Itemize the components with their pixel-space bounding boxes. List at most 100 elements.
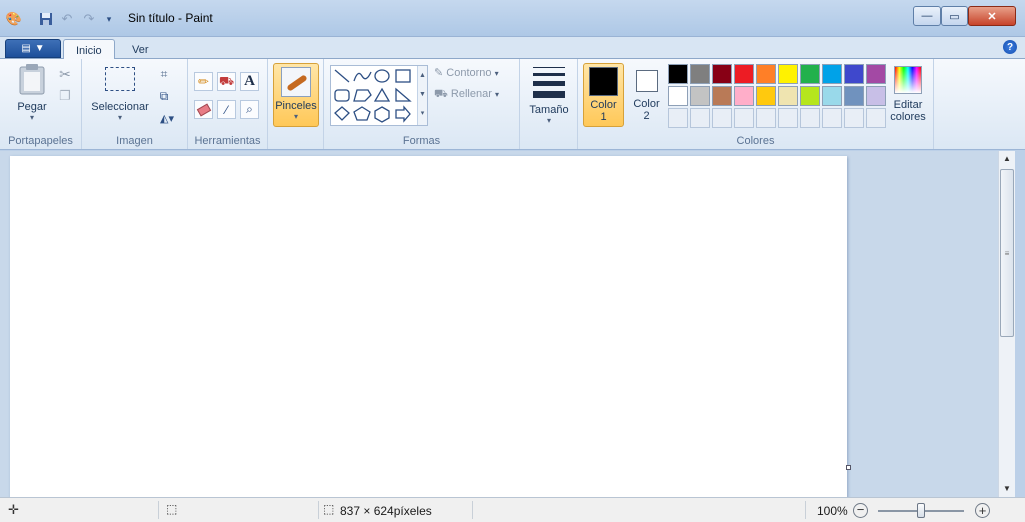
- select-button[interactable]: Seleccionar ▾: [88, 65, 152, 122]
- canvas-resize-handle[interactable]: [846, 465, 851, 470]
- fill-icon: ⛟: [434, 88, 448, 100]
- color-swatch[interactable]: [800, 86, 820, 106]
- eraser-tool[interactable]: [194, 100, 213, 119]
- maximize-button[interactable]: ▭: [941, 6, 968, 26]
- custom-color-slot[interactable]: [668, 108, 688, 128]
- color1-swatch: [589, 67, 618, 96]
- canvas-workspace: [0, 151, 998, 501]
- minimize-icon: —: [921, 10, 933, 22]
- edit-colors-button[interactable]: Editar colores: [888, 65, 928, 123]
- color-swatch[interactable]: [800, 64, 820, 84]
- color-swatch[interactable]: [756, 64, 776, 84]
- cut-button[interactable]: ✂: [55, 64, 75, 84]
- crop-button[interactable]: ⌗: [154, 64, 174, 84]
- zoom-slider-thumb[interactable]: [917, 503, 925, 518]
- color-swatch[interactable]: [756, 86, 776, 106]
- tab-view[interactable]: Ver: [120, 39, 160, 60]
- color2-swatch: [635, 70, 658, 92]
- chevron-down-icon: ▾: [117, 113, 122, 122]
- custom-color-slot[interactable]: [800, 108, 820, 128]
- status-bar: ✛ ⬚ ⬚ 837 × 624píxeles 100% − +: [0, 497, 1025, 522]
- customize-quick-access-icon[interactable]: ▾: [100, 10, 118, 28]
- selection-size-icon: ⬚: [166, 502, 178, 516]
- copy-button[interactable]: ❐: [55, 86, 75, 106]
- gallery-scroll[interactable]: ▲ ▼ ▾: [417, 66, 427, 125]
- custom-color-slot[interactable]: [734, 108, 754, 128]
- brushes-group: Pinceles ▾: [268, 59, 324, 149]
- color-swatch[interactable]: [668, 86, 688, 106]
- outline-button[interactable]: ✎ Contorno ▾: [434, 66, 499, 79]
- color-swatch[interactable]: [844, 86, 864, 106]
- color-swatch[interactable]: [822, 64, 842, 84]
- crop-icon: ⌗: [160, 66, 168, 81]
- color-picker-tool[interactable]: ⁄: [217, 100, 236, 119]
- chevron-down-icon: ▾: [494, 69, 499, 78]
- resize-icon: ⧉: [159, 88, 169, 103]
- clipboard-group: Pegar ▾ ✂ ❐ Portapapeles: [0, 59, 82, 149]
- help-icon[interactable]: ?: [1003, 40, 1017, 54]
- custom-color-slot[interactable]: [690, 108, 710, 128]
- canvas-size-icon: ⬚: [323, 502, 335, 516]
- color-swatch[interactable]: [778, 64, 798, 84]
- magnifier-tool[interactable]: ⌕: [240, 100, 259, 119]
- color-swatch[interactable]: [734, 86, 754, 106]
- color-swatch[interactable]: [690, 86, 710, 106]
- outline-icon: ✎: [434, 67, 444, 79]
- color-swatch[interactable]: [690, 64, 710, 84]
- brush-icon: [281, 67, 311, 97]
- custom-color-slot[interactable]: [756, 108, 776, 128]
- chevron-down-icon: ▾: [546, 116, 551, 125]
- color-swatch[interactable]: [822, 86, 842, 106]
- color-swatch[interactable]: [866, 64, 886, 84]
- zoom-out-button[interactable]: −: [853, 503, 868, 518]
- fill-tool[interactable]: ⛟: [217, 72, 236, 91]
- minimize-button[interactable]: —: [913, 6, 941, 26]
- custom-color-slot[interactable]: [844, 108, 864, 128]
- size-group: Tamaño ▾: [520, 59, 578, 149]
- save-icon[interactable]: [37, 10, 55, 28]
- close-button[interactable]: ✕: [968, 6, 1016, 26]
- custom-color-slot[interactable]: [778, 108, 798, 128]
- pencil-tool[interactable]: ✏: [194, 72, 213, 91]
- text-tool[interactable]: A: [240, 72, 259, 91]
- chevron-down-icon: ▾: [29, 113, 34, 122]
- undo-icon[interactable]: ↶: [58, 10, 76, 28]
- color-swatch[interactable]: [668, 64, 688, 84]
- scroll-down-arrow[interactable]: ▼: [999, 481, 1015, 497]
- redo-icon[interactable]: ↷: [80, 10, 98, 28]
- eyedropper-icon: ⁄: [225, 102, 228, 117]
- menu-icon: ▤: [21, 43, 31, 54]
- vertical-scrollbar[interactable]: ▲ ≡ ▼: [998, 151, 1015, 497]
- size-button[interactable]: Tamaño ▾: [526, 65, 572, 125]
- color2-button[interactable]: Color 2: [626, 63, 667, 127]
- zoom-in-button[interactable]: +: [975, 503, 990, 518]
- rotate-button[interactable]: ◭▾: [154, 108, 180, 128]
- drawing-canvas[interactable]: [10, 156, 847, 501]
- custom-color-slot[interactable]: [712, 108, 732, 128]
- custom-color-slot[interactable]: [866, 108, 886, 128]
- paste-button[interactable]: Pegar ▾: [12, 63, 52, 122]
- shapes-gallery-icons: [334, 69, 412, 123]
- group-label: Formas: [402, 135, 441, 147]
- ribbon-tab-bar: ▤ ▼ Inicio Ver ?: [0, 37, 1025, 60]
- custom-color-slot[interactable]: [822, 108, 842, 128]
- color-swatch[interactable]: [778, 86, 798, 106]
- paint-app-icon[interactable]: 🎨: [5, 10, 23, 28]
- shapes-gallery[interactable]: ▲ ▼ ▾: [330, 65, 428, 126]
- brushes-button[interactable]: Pinceles ▾: [273, 63, 319, 127]
- title-bar: 🎨 ↶ ↷ ▾ Sin título - Paint — ▭ ✕: [0, 0, 1025, 37]
- paint-menu-button[interactable]: ▤ ▼: [5, 39, 61, 58]
- resize-button[interactable]: ⧉: [154, 86, 174, 106]
- rotate-icon: ◭▾: [160, 112, 174, 125]
- color-swatch[interactable]: [844, 64, 864, 84]
- color1-button[interactable]: Color 1: [583, 63, 624, 127]
- fill-button[interactable]: ⛟ Rellenar ▾: [434, 88, 499, 102]
- scroll-up-arrow[interactable]: ▲: [999, 151, 1015, 167]
- color-swatch[interactable]: [712, 86, 732, 106]
- scroll-thumb[interactable]: ≡: [1000, 169, 1014, 337]
- color-swatch[interactable]: [734, 64, 754, 84]
- color-swatch[interactable]: [712, 64, 732, 84]
- close-icon: ✕: [987, 10, 997, 23]
- tab-home[interactable]: Inicio: [63, 39, 115, 60]
- color-swatch[interactable]: [866, 86, 886, 106]
